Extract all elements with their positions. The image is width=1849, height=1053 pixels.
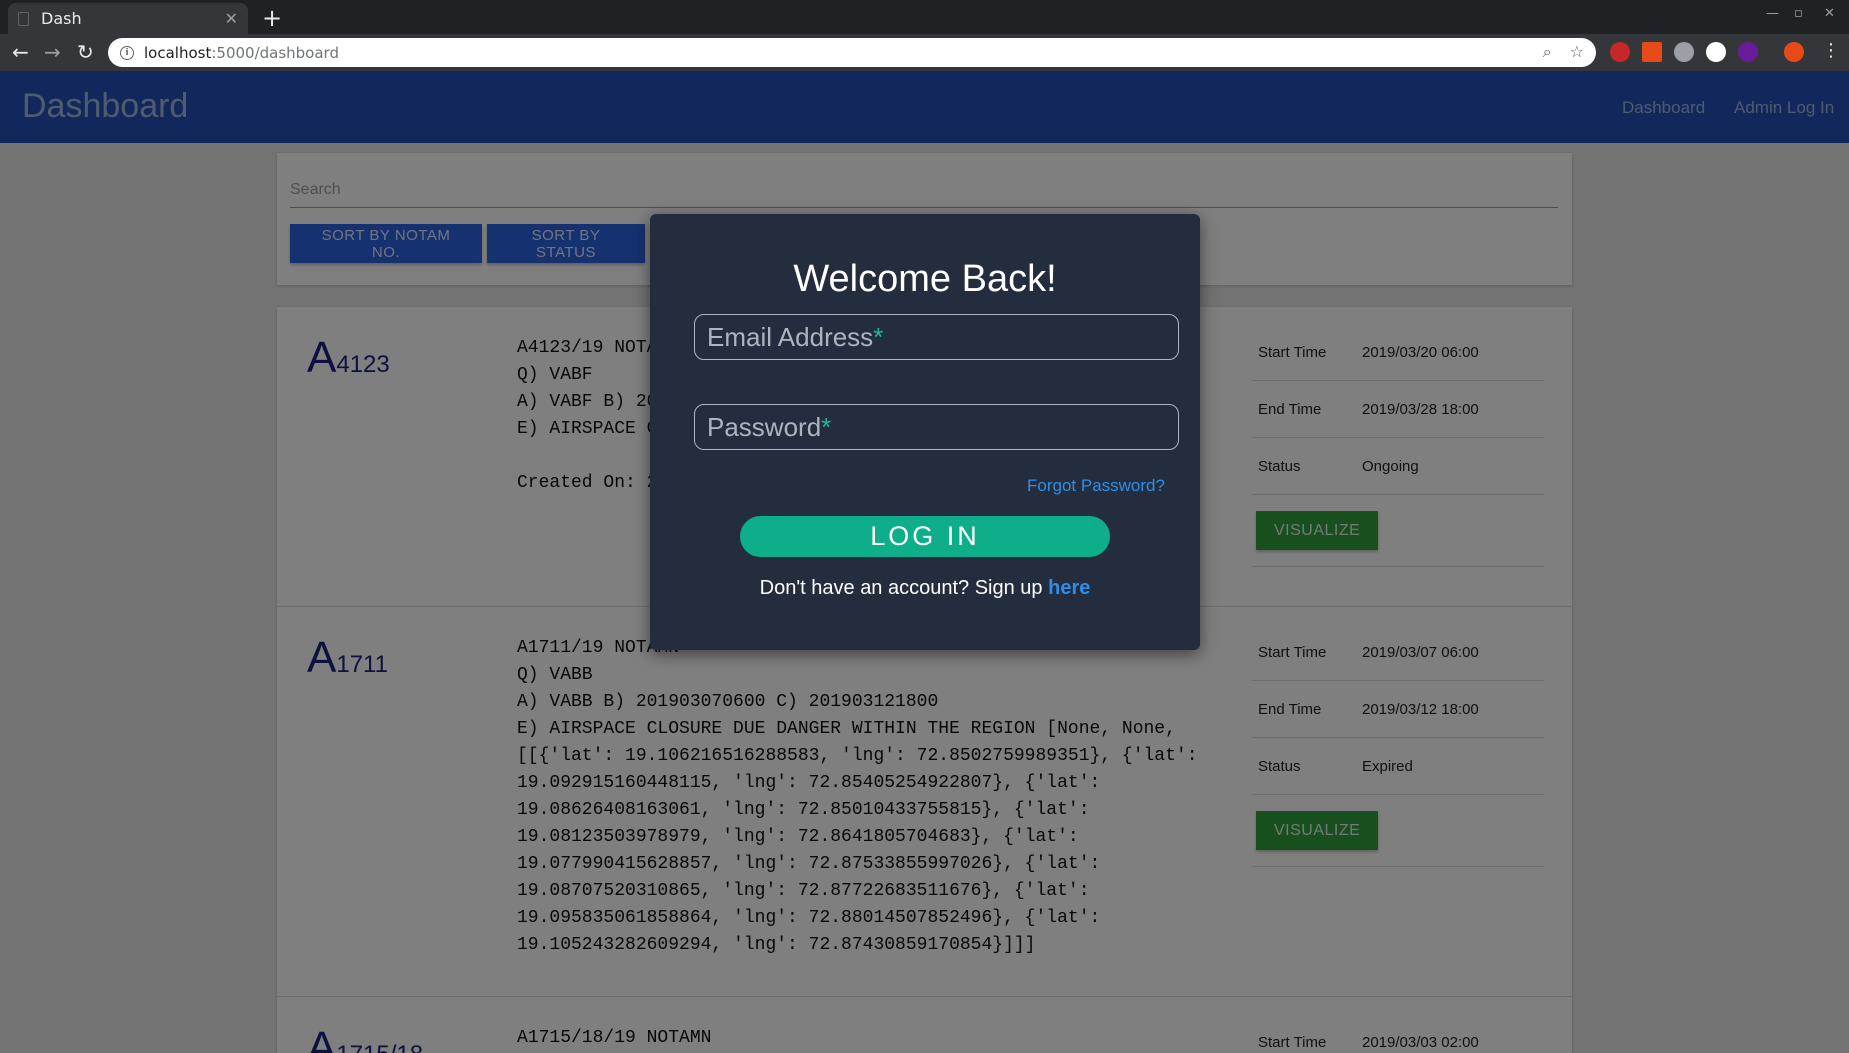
address-bar[interactable]: i localhost :5000/dashboard ⌕ ☆ [108,38,1596,67]
required-mark: * [821,411,832,442]
browser-tab[interactable]: Dash ✕ [8,3,248,34]
modal-title: Welcome Back! [793,258,1057,300]
browser-toolbar: ← → ↻ i localhost :5000/dashboard ⌕ ☆ ⋮ [0,34,1849,71]
login-modal: Welcome Back! Email Address * Password * F… [650,214,1200,650]
browser-menu-icon[interactable]: ⋮ [1822,40,1840,61]
ublock-extension-icon[interactable] [1610,42,1630,62]
url-path: :5000/dashboard [211,43,339,62]
info-icon[interactable]: i [120,45,134,60]
new-tab-icon[interactable]: + [262,4,282,32]
password-field[interactable]: Password * [694,404,1179,450]
window-close-icon[interactable]: ✕ [1824,6,1835,21]
minimize-icon[interactable]: — [1766,6,1779,21]
forgot-password-link[interactable]: Forgot Password? [1027,476,1165,496]
signup-prompt: Don't have an account? Sign up here [650,577,1200,600]
forward-icon[interactable]: → [44,40,61,64]
url-host: localhost [144,43,212,62]
tab-title: Dash [41,9,82,28]
reload-icon[interactable]: ↻ [77,40,94,64]
back-icon[interactable]: ← [12,40,29,64]
maximize-icon[interactable]: ▫ [1794,6,1803,21]
login-button[interactable]: LOG IN [740,516,1110,557]
tab-close-icon[interactable]: ✕ [225,9,238,28]
zoom-icon[interactable]: ⌕ [1543,42,1552,62]
signup-text: Don't have an account? Sign up [759,577,1049,599]
metamask-extension-icon[interactable] [1706,42,1726,62]
extension-purple-icon[interactable] [1738,42,1758,62]
extension-red-icon[interactable] [1642,42,1662,62]
email-field[interactable]: Email Address * [694,314,1179,360]
page-icon [18,11,29,26]
password-placeholder: Password [707,411,822,442]
bookmark-star-icon[interactable]: ☆ [1570,42,1584,62]
browser-tab-bar: Dash ✕ + — ▫ ✕ [0,0,1849,34]
profile-avatar-icon[interactable] [1784,42,1804,62]
signup-link[interactable]: here [1048,577,1090,599]
required-mark: * [873,321,884,352]
globe-extension-icon[interactable] [1674,42,1694,62]
email-placeholder: Email Address [707,321,874,352]
